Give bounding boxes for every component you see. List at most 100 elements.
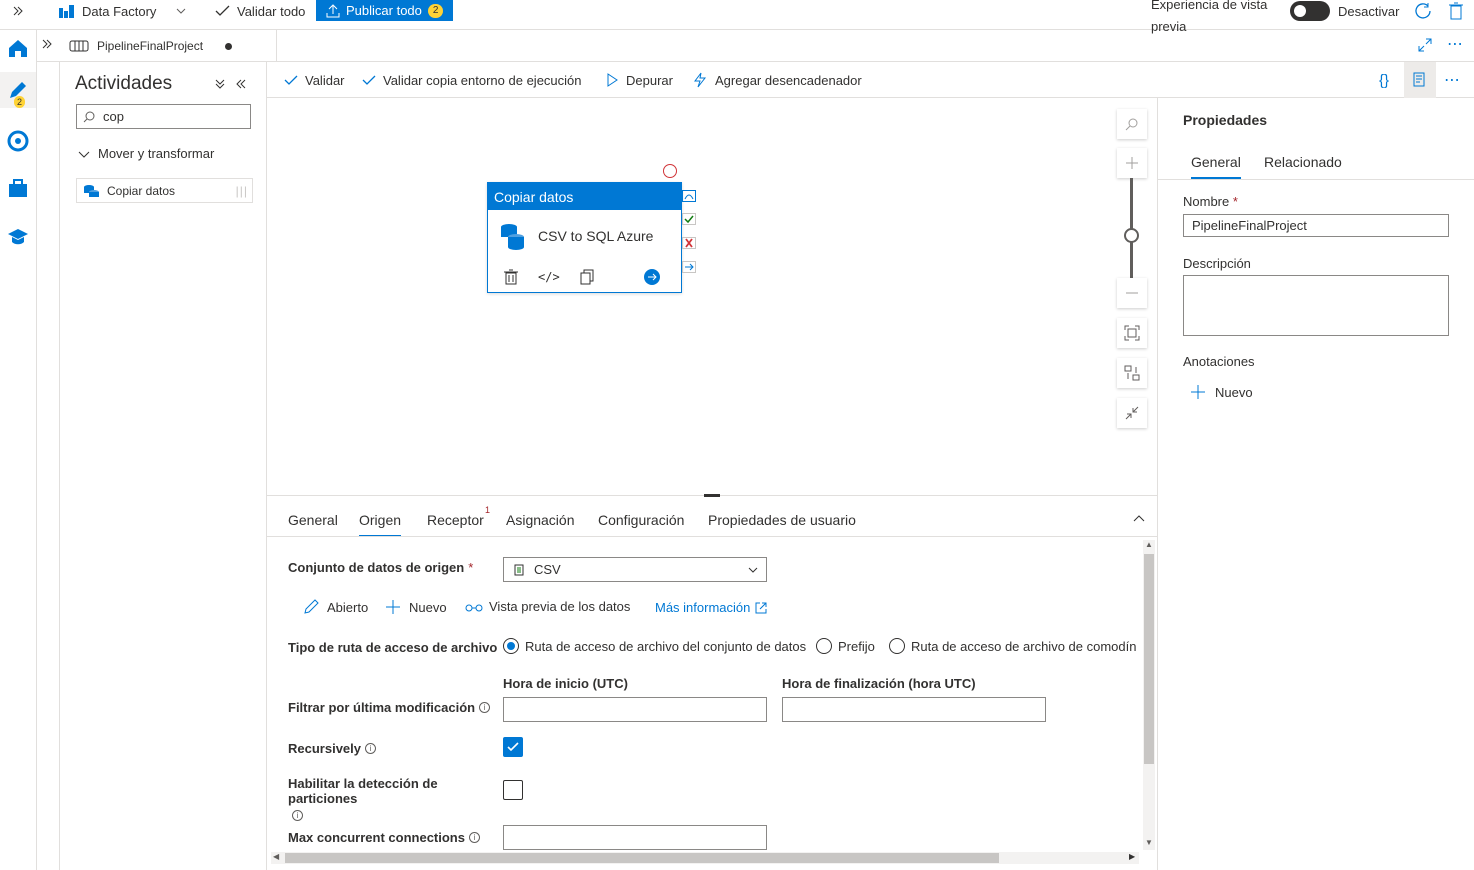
activity-item-copy-data[interactable]: Copiar datos |||	[76, 178, 253, 203]
radio-dataset-path-label: Ruta de acceso de archivo del conjunto d…	[525, 638, 807, 654]
skip-output-icon[interactable]	[682, 190, 696, 202]
more-info-link[interactable]: Más información	[655, 600, 767, 615]
author-icon[interactable]: 2	[0, 72, 36, 108]
search-value: cop	[103, 109, 124, 124]
plus-icon	[1190, 384, 1206, 400]
drag-handle-icon[interactable]: |||	[236, 184, 248, 198]
failure-output-icon[interactable]	[682, 237, 696, 249]
tab-mapping[interactable]: Asignación	[506, 512, 575, 528]
delete-icon[interactable]	[504, 269, 518, 285]
resize-handle[interactable]	[704, 494, 720, 497]
home-icon[interactable]	[0, 30, 36, 66]
external-link-icon	[755, 602, 767, 614]
more-options-icon[interactable]: ⋯	[1444, 62, 1460, 98]
upload-icon	[326, 3, 340, 18]
collapse-panel-icon[interactable]	[1133, 514, 1145, 522]
info-icon[interactable]: i	[468, 832, 480, 843]
validate-all-button[interactable]: Validar todo	[215, 0, 305, 22]
tab-settings[interactable]: Configuración	[598, 512, 684, 528]
info-icon[interactable]: i	[365, 743, 376, 754]
tab-divider	[1158, 179, 1474, 180]
zoom-out-icon[interactable]	[1117, 278, 1147, 308]
more-tab-icon[interactable]: ⋯	[1447, 34, 1463, 54]
preview-data-button[interactable]: Vista previa de los datos	[465, 599, 630, 614]
name-input[interactable]: PipelineFinalProject	[1183, 214, 1449, 237]
info-icon[interactable]: i	[292, 810, 303, 821]
radio-dataset-path[interactable]: Ruta de acceso de archivo del conjunto d…	[503, 638, 806, 654]
clone-icon[interactable]	[580, 269, 594, 285]
validate-icon	[215, 3, 231, 19]
source-dataset-select[interactable]: CSV	[503, 557, 767, 582]
collapse-all-icon[interactable]	[215, 78, 225, 90]
data-factory-icon	[58, 3, 76, 19]
radio-prefix[interactable]: Prefijo	[816, 638, 875, 654]
preview-data-label: Vista previa de los datos	[489, 599, 631, 614]
new-dataset-button[interactable]: Nuevo	[385, 599, 447, 615]
radio-wildcard[interactable]: Ruta de acceso de archivo de comodín	[889, 638, 1136, 654]
partition-detection-checkbox[interactable]	[503, 780, 523, 800]
publish-all-button[interactable]: Publicar todo 2	[316, 0, 454, 21]
collapse-left-icon[interactable]	[41, 38, 53, 50]
maximize-icon[interactable]	[1418, 38, 1432, 52]
description-input[interactable]	[1183, 275, 1449, 336]
filter-last-modified-label: Filtrar por última modificación i	[288, 700, 491, 715]
collapse-canvas-icon[interactable]	[1117, 398, 1147, 428]
debug-button[interactable]: Depurar	[605, 62, 673, 98]
canvas-search-icon[interactable]	[1117, 109, 1147, 139]
activity-settings-panel: General Origen Receptor 1 Asignación Con…	[267, 494, 1157, 870]
recursively-label: Recursively i	[288, 741, 376, 756]
auto-align-icon[interactable]	[1117, 358, 1147, 388]
radio-selected-icon	[503, 638, 519, 654]
zoom-in-icon[interactable]	[1117, 148, 1147, 178]
zoom-slider-thumb[interactable]	[1124, 228, 1139, 243]
code-icon[interactable]: {}	[1379, 62, 1389, 98]
fit-to-screen-icon[interactable]	[1117, 318, 1147, 348]
recursively-checkbox[interactable]	[503, 737, 523, 757]
validate-label: Validar	[305, 72, 345, 88]
success-output-icon[interactable]	[682, 213, 696, 225]
search-icon	[83, 111, 95, 123]
code-view-icon[interactable]: </>	[538, 270, 560, 284]
info-icon[interactable]: i	[479, 702, 491, 713]
tab-general[interactable]: General	[1191, 154, 1241, 179]
validate-button[interactable]: Validar	[284, 62, 345, 98]
tab-pipeline[interactable]: PipelineFinalProject	[59, 30, 277, 62]
open-label: Abierto	[327, 599, 369, 615]
tab-source[interactable]: Origen	[359, 512, 402, 537]
monitor-icon[interactable]	[0, 123, 36, 159]
expand-icon[interactable]	[12, 0, 24, 22]
activities-search-input[interactable]: cop	[76, 104, 251, 129]
tab-sink[interactable]: Receptor	[427, 512, 484, 528]
pipeline-canvas[interactable]: Copiar datos CSV to SQL Azure </>	[267, 98, 1157, 495]
open-dataset-button[interactable]: Abierto	[303, 599, 368, 615]
tab-related[interactable]: Relacionado	[1264, 154, 1342, 170]
group-move-transform[interactable]: Mover y transformar	[78, 146, 214, 161]
properties-toggle-icon[interactable]	[1404, 62, 1436, 98]
refresh-icon[interactable]	[1414, 0, 1432, 22]
tab-general[interactable]: General	[288, 512, 338, 528]
max-concurrent-input[interactable]	[503, 825, 767, 850]
preview-toggle[interactable]	[1290, 1, 1330, 21]
vertical-scrollbar[interactable]: ▲ ▼	[1143, 540, 1155, 850]
add-trigger-button[interactable]: Agregar desencadenador	[692, 62, 862, 98]
discard-icon[interactable]	[1449, 0, 1463, 22]
start-time-input[interactable]	[503, 697, 767, 722]
path-type-label: Tipo de ruta de acceso de archivo	[288, 640, 498, 655]
tab-user-properties[interactable]: Propiedades de usuario	[708, 512, 856, 528]
navigate-arrow-icon[interactable]	[644, 269, 660, 285]
new-annotation-button[interactable]: Nuevo	[1190, 384, 1253, 400]
max-concurrent-label: Max concurrent connections i	[288, 830, 480, 845]
activity-card-copy-data[interactable]: Copiar datos CSV to SQL Azure </>	[487, 182, 682, 293]
play-icon	[605, 73, 619, 87]
add-trigger-label: Agregar desencadenador	[715, 72, 862, 88]
completion-output-icon[interactable]	[682, 261, 696, 273]
horizontal-scrollbar[interactable]: ◀ ▶	[271, 852, 1139, 864]
hide-panel-icon[interactable]	[235, 78, 247, 90]
activity-name: CSV to SQL Azure	[538, 228, 654, 244]
validate-copy-runtime-button[interactable]: Validar copia entorno de ejecución	[362, 62, 582, 98]
factory-selector[interactable]: Data Factory	[58, 0, 186, 22]
error-indicator-icon[interactable]	[663, 164, 677, 178]
manage-icon[interactable]	[0, 171, 36, 207]
end-time-input[interactable]	[782, 697, 1046, 722]
learning-icon[interactable]	[0, 219, 36, 255]
